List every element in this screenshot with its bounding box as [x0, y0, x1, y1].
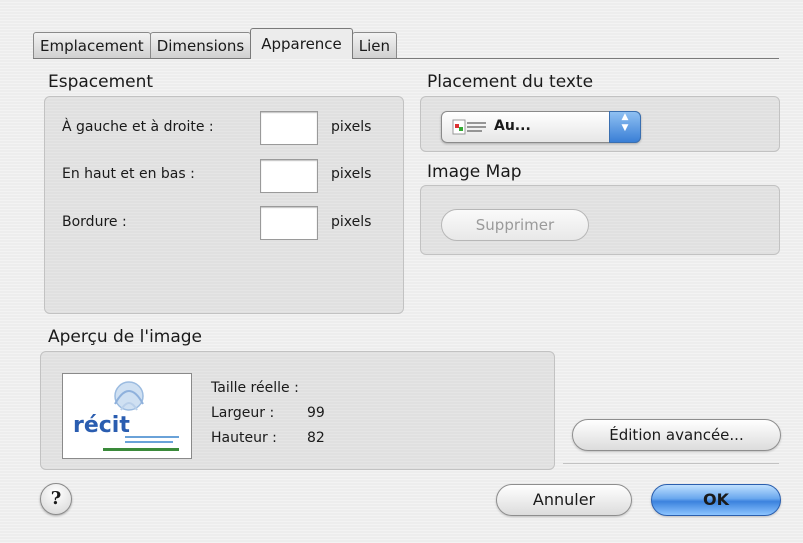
tab-apparence[interactable]: Apparence	[250, 28, 353, 59]
ok-button[interactable]: OK	[651, 484, 781, 516]
tab-emplacement[interactable]: Emplacement	[33, 32, 151, 59]
help-button[interactable]: ?	[40, 483, 72, 515]
top-bottom-unit: pixels	[331, 166, 372, 182]
image-map-title: Image Map	[427, 162, 522, 182]
text-placement-title: Placement du texte	[427, 72, 594, 92]
height-label: Hauteur :	[211, 430, 277, 446]
width-value: 99	[307, 405, 325, 421]
tab-bar: Emplacement Dimensions Apparence Lien	[33, 28, 398, 59]
actual-size-label: Taille réelle :	[211, 380, 299, 396]
height-value: 82	[307, 430, 325, 446]
text-placement-select[interactable]: Au... ▲ ▼	[441, 111, 641, 143]
left-right-unit: pixels	[331, 119, 372, 135]
border-input[interactable]	[260, 206, 318, 240]
thumbnail-logo-text: récit	[73, 413, 130, 438]
width-label: Largeur :	[211, 405, 275, 421]
image-thumbnail: récit	[62, 373, 192, 459]
image-properties-dialog: Emplacement Dimensions Apparence Lien Es…	[0, 0, 803, 543]
popup-arrows-icon: ▲ ▼	[609, 111, 641, 143]
spacing-title: Espacement	[48, 72, 154, 92]
cancel-button[interactable]: Annuler	[496, 484, 632, 516]
tab-dimensions[interactable]: Dimensions	[149, 32, 252, 59]
left-right-input[interactable]	[260, 111, 318, 145]
text-placement-value: Au...	[494, 118, 531, 134]
border-unit: pixels	[331, 214, 372, 230]
advanced-edit-button[interactable]: Édition avancée...	[572, 419, 781, 451]
top-bottom-label: En haut et en bas :	[62, 166, 195, 182]
border-label: Bordure :	[62, 214, 127, 230]
text-wrap-icon	[452, 119, 486, 135]
tab-panel-border	[33, 58, 779, 59]
delete-button[interactable]: Supprimer	[441, 209, 589, 241]
separator	[563, 463, 779, 464]
top-bottom-input[interactable]	[260, 159, 318, 193]
preview-title: Aperçu de l'image	[48, 327, 203, 347]
left-right-label: À gauche et à droite :	[62, 119, 214, 135]
tab-lien[interactable]: Lien	[351, 32, 398, 59]
recit-logo-icon: récit	[73, 381, 179, 451]
